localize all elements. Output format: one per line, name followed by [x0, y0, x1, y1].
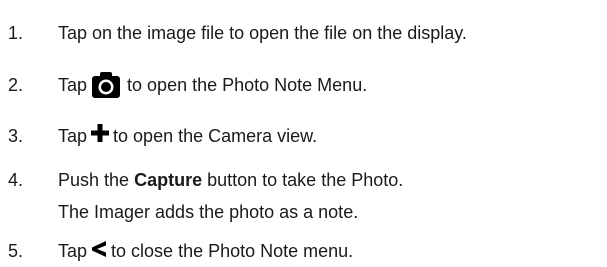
step-text-before: Tap: [58, 241, 88, 261]
step-number: 1.: [8, 23, 24, 43]
capture-label: Capture: [134, 170, 203, 190]
less-than-icon: [91, 239, 107, 259]
step-text-after: to close the Photo Note menu.: [111, 241, 354, 261]
step-text-after: to open the Photo Note Menu.: [127, 75, 368, 95]
step-text-after: to open the Camera view.: [113, 126, 318, 146]
camera-icon: [91, 70, 121, 100]
step-text: Tap to close the Photo Note menu.: [58, 240, 353, 262]
step-4-continuation: The Imager adds the photo as a note.: [58, 202, 359, 222]
step-text: Tap to open the Camera view.: [58, 124, 318, 147]
step-number: 4.: [8, 170, 24, 190]
plus-icon: [91, 124, 110, 143]
step-text: Tap on the image file to open the file o…: [58, 23, 467, 43]
step-text-before: Tap: [58, 75, 88, 95]
step-text-before: Push the: [58, 170, 130, 190]
step-text: Push the Capture button to take the Phot…: [58, 169, 403, 191]
step-text: Tap to open the Photo Note Menu.: [58, 72, 368, 99]
step-number: 2.: [8, 75, 24, 95]
step-text-after: button to take the Photo.: [207, 170, 404, 190]
step-text-before: Tap: [58, 126, 88, 146]
step-number: 5.: [8, 241, 24, 261]
step-number: 3.: [8, 126, 24, 146]
